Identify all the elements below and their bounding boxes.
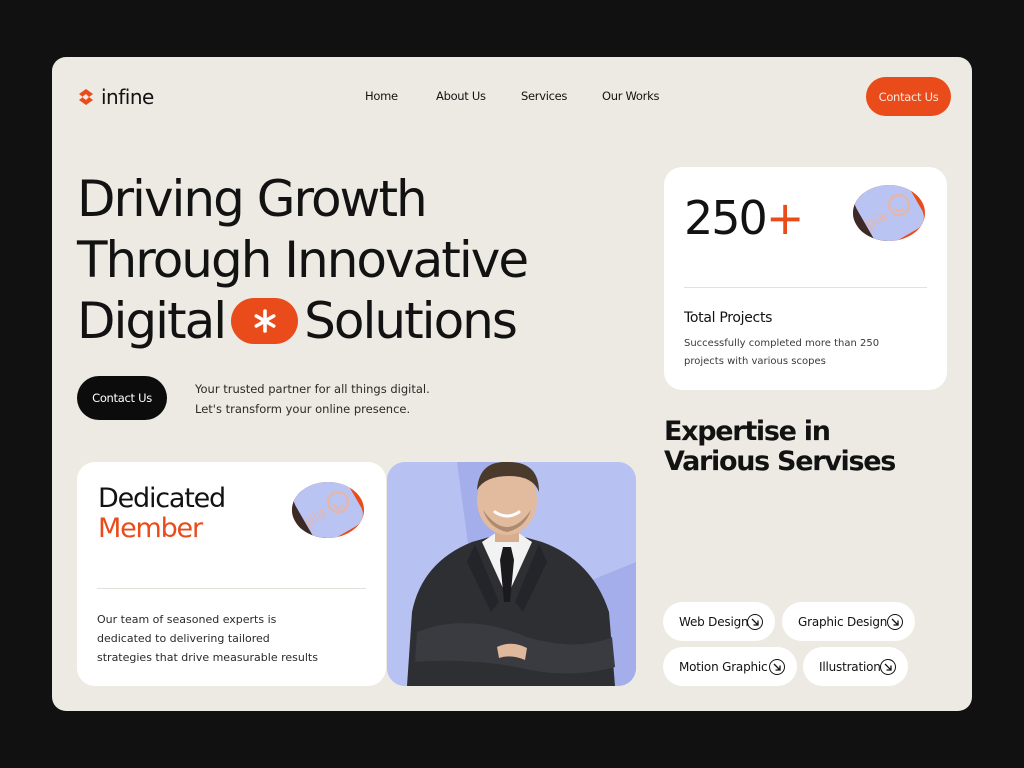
chip-web-design[interactable]: Web Design (663, 602, 775, 641)
stats-card: 250+ pia Total Projects Successfully com… (664, 167, 947, 390)
pia-badge-icon: pia (853, 185, 925, 241)
hero-subtitle-line-1: Your trusted partner for all things digi… (195, 382, 430, 396)
chip-motion-graphic[interactable]: Motion Graphic (663, 647, 797, 686)
member-desc-line-1: Our team of seasoned experts is (97, 613, 277, 626)
member-title-main: Dedicated (98, 483, 226, 514)
hero-title-line-2: Through Innovative (77, 231, 529, 289)
logo[interactable]: infine (77, 85, 154, 109)
arrow-down-right-icon (887, 614, 903, 630)
chip-label: Illustration (819, 659, 881, 674)
stats-number-value: 250 (684, 191, 768, 245)
asterisk-icon (254, 308, 276, 333)
member-card: Dedicated Member pia Our team of seasone… (77, 462, 386, 686)
hero-title-digital: Digital (77, 292, 227, 350)
member-title: Dedicated Member (98, 483, 226, 544)
hero-subtitle: Your trusted partner for all things digi… (195, 379, 430, 419)
stats-number: 250+ (684, 191, 805, 245)
asterisk-badge (231, 297, 299, 344)
chip-label: Motion Graphic (679, 659, 768, 674)
stats-divider (684, 287, 927, 288)
header-contact-button[interactable]: Contact Us (866, 77, 951, 116)
member-divider (97, 588, 366, 589)
brand-name: infine (101, 85, 154, 109)
nav-about-us[interactable]: About Us (436, 89, 521, 103)
chip-graphic-design[interactable]: Graphic Design (782, 602, 915, 641)
main-nav: Home About Us Services Our Works (365, 89, 672, 103)
hero-subtitle-line-2: Let's transform your online presence. (195, 402, 411, 416)
nav-home[interactable]: Home (365, 89, 436, 103)
stats-desc-line-1: Successfully completed more than 250 (684, 338, 880, 349)
pia-badge-icon: pia (292, 482, 364, 538)
expertise-title: Expertise in Various Servises (664, 416, 896, 477)
stats-plus: + (765, 191, 805, 245)
expertise-title-line-1: Expertise in (664, 416, 831, 447)
hero-title-line-1: Driving Growth (77, 170, 428, 228)
member-desc-line-3: strategies that drive measurable results (97, 651, 318, 664)
hero-title-line-3: Digital Solutions (77, 291, 527, 352)
team-member-photo (387, 462, 636, 686)
chip-label: Graphic Design (798, 614, 888, 629)
businessman-illustration (387, 462, 636, 686)
stats-desc-line-2: projects with various scopes (684, 356, 826, 367)
member-description: Our team of seasoned experts is dedicate… (97, 610, 318, 667)
arrow-down-right-icon (880, 659, 896, 675)
hero-title-solutions: Solutions (304, 292, 518, 350)
hero-title: Driving Growth Through Innovative Digita… (77, 169, 529, 352)
stats-description: Successfully completed more than 250 pro… (684, 335, 884, 371)
nav-services[interactable]: Services (521, 89, 602, 103)
chip-illustration[interactable]: Illustration (803, 647, 908, 686)
page-frame: infine Home About Us Services Our Works … (52, 57, 972, 711)
infine-logo-icon (79, 89, 93, 105)
hero-contact-button[interactable]: Contact Us (77, 376, 167, 420)
arrow-down-right-icon (747, 614, 763, 630)
nav-our-works[interactable]: Our Works (602, 89, 672, 103)
member-title-accent: Member (98, 513, 203, 544)
chip-label: Web Design (679, 614, 749, 629)
stats-label: Total Projects (684, 310, 773, 326)
arrow-down-right-icon (769, 659, 785, 675)
expertise-title-line-2: Various Servises (664, 446, 896, 477)
member-desc-line-2: dedicated to delivering tailored (97, 632, 270, 645)
